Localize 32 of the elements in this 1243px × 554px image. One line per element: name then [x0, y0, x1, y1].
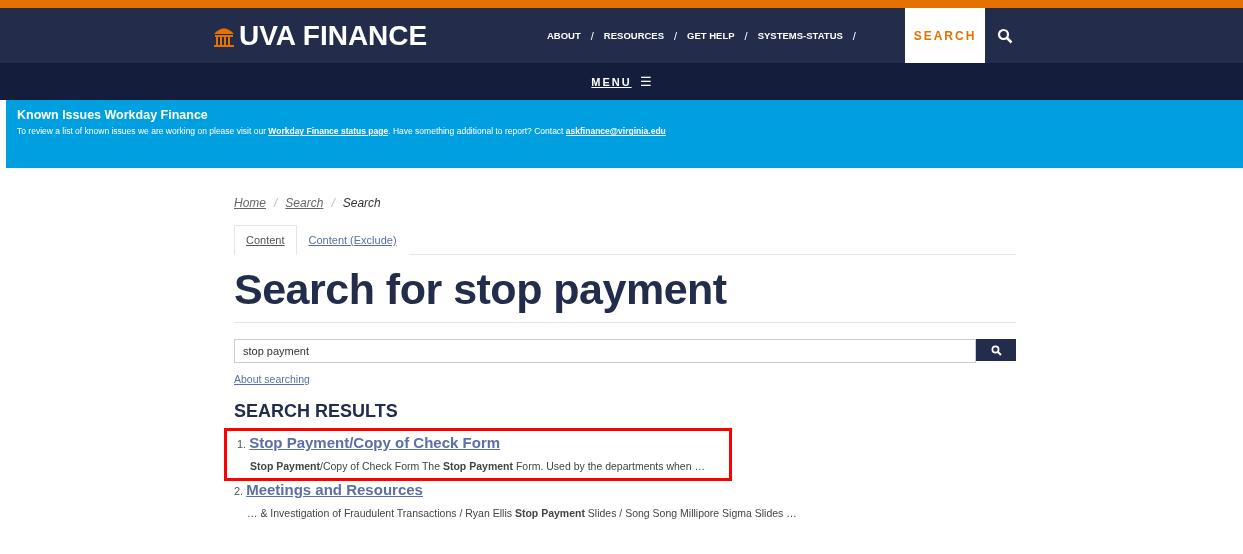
about-searching-link[interactable]: About searching [234, 373, 310, 385]
menu-link[interactable]: MENU [591, 75, 632, 88]
result-link[interactable]: Stop Payment/Copy of Check Form [249, 434, 501, 451]
banner-text: To review a list of known issues we are working on please visit our Workday Finance status page. Have something additional to report? Contact askfinance@virginia.edu [17, 126, 667, 136]
nav-separator: / [674, 29, 678, 42]
breadcrumb-link[interactable]: Search [285, 196, 324, 210]
menu-icon[interactable]: ☰ [639, 74, 652, 89]
site-logo[interactable]: UVA FINANCE [239, 19, 428, 52]
breadcrumb-separator: / [274, 196, 278, 210]
nav-separator: / [590, 29, 594, 42]
nav-separator: / [852, 29, 856, 42]
breadcrumb-link[interactable]: Home [234, 196, 266, 210]
search-submit-button[interactable] [976, 339, 1016, 361]
search-icon [990, 344, 1002, 356]
tab[interactable]: Content [234, 225, 297, 255]
nav-link[interactable]: ABOUT [547, 30, 581, 41]
breadcrumb-separator: / [331, 196, 335, 210]
nav-link[interactable]: SYSTEMS-STATUS [757, 30, 843, 41]
result-number: 2. [234, 485, 244, 497]
banner-title: Known Issues Workday Finance [17, 108, 209, 122]
nav-link[interactable]: GET HELP [687, 30, 735, 41]
nav-separator: / [744, 29, 748, 42]
result-snippet: … & Investigation of Fraudulent Transactions / Ryan Ellis Stop Payment Slides / Song Song Millipore Sigma Slides … [247, 507, 798, 519]
result-link[interactable]: Meetings and Resources [246, 481, 423, 498]
results-heading: SEARCH RESULTS [234, 401, 399, 422]
current-page-label: Search [342, 196, 381, 210]
search-field[interactable]: stop payment [234, 339, 976, 363]
search-icon[interactable] [997, 27, 1013, 44]
result-number: 1. [237, 438, 247, 450]
result-snippet: Stop Payment/Copy of Check Form The Stop Payment Form. Used by the departments when … [250, 460, 706, 472]
nav-link[interactable]: RESOURCES [603, 30, 665, 41]
page-title: Search for stop payment [234, 265, 1016, 323]
